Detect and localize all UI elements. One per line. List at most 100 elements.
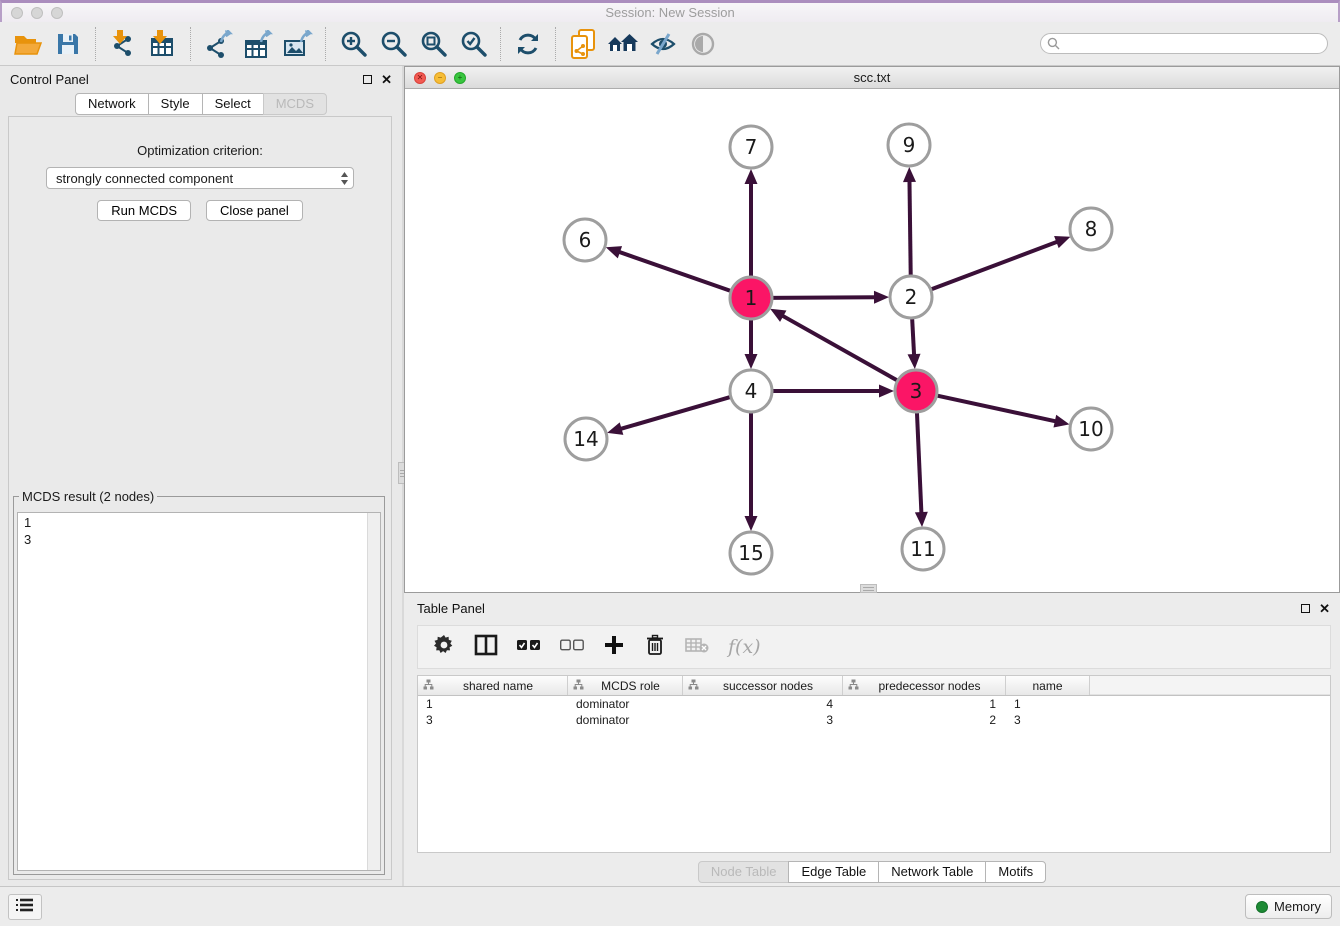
export-table-button[interactable] — [238, 25, 278, 63]
import-table-button[interactable] — [143, 25, 183, 63]
network-canvas[interactable]: 7968124314101511 — [405, 89, 1339, 592]
table-cell-shared-name[interactable]: 3 — [418, 713, 568, 727]
mcds-result-box: MCDS result (2 nodes) 1 3 — [13, 489, 385, 875]
tab-mcds[interactable]: MCDS — [263, 93, 327, 115]
zoom-out-button[interactable] — [373, 25, 413, 63]
table-cell-successor-nodes[interactable]: 3 — [683, 713, 843, 727]
graph-edge-2-3[interactable] — [912, 316, 914, 356]
table-cell-predecessor-nodes[interactable]: 1 — [843, 697, 1006, 711]
table-tab-network-table[interactable]: Network Table — [878, 861, 986, 883]
refresh-icon — [515, 31, 541, 57]
zoom-selected-button[interactable] — [453, 25, 493, 63]
sort-tree-icon — [423, 679, 434, 693]
memory-button[interactable]: Memory — [1245, 894, 1332, 919]
toolbar-separator — [95, 27, 96, 61]
network-graph[interactable]: 7968124314101511 — [405, 89, 1339, 592]
mcds-result-list[interactable]: 1 3 — [17, 512, 381, 871]
graph-edge-1-2[interactable] — [770, 297, 876, 298]
control-panel: Control Panel ✕ NetworkStyleSelectMCDS O… — [0, 66, 402, 886]
delete-column-button[interactable] — [644, 634, 666, 661]
graph-edge-1-6[interactable] — [618, 252, 733, 292]
graph-edge-arrow-4-14 — [607, 422, 623, 434]
table-cell-MCDS-role[interactable]: dominator — [568, 713, 683, 727]
tab-select[interactable]: Select — [202, 93, 264, 115]
float-panel-icon[interactable] — [363, 75, 372, 84]
graph-edge-2-9[interactable] — [909, 180, 910, 278]
memory-status-icon — [1256, 901, 1268, 913]
graph-node-label-2: 2 — [905, 285, 918, 309]
table-row[interactable]: 1dominator411 — [418, 696, 1330, 712]
hide-selected-button[interactable] — [643, 25, 683, 63]
deselect-all-rows-button[interactable] — [560, 638, 584, 656]
task-history-button[interactable] — [8, 894, 42, 920]
table-cell-successor-nodes[interactable]: 4 — [683, 697, 843, 711]
column-header-successor-nodes[interactable]: successor nodes — [683, 676, 843, 695]
table-panel-title: Table Panel — [417, 601, 485, 616]
column-header-label: shared name — [434, 679, 567, 693]
zoom-fit-button[interactable] — [413, 25, 453, 63]
export-network-button[interactable] — [198, 25, 238, 63]
zoom-in-button[interactable] — [333, 25, 373, 63]
table-header-row: shared nameMCDS rolesuccessor nodes prede… — [418, 676, 1330, 696]
network-resize-grip[interactable] — [860, 584, 877, 593]
table-row[interactable]: 3dominator323 — [418, 712, 1330, 728]
table-cell-shared-name[interactable]: 1 — [418, 697, 568, 711]
import-table-icon — [149, 30, 177, 58]
graph-edge-3-11[interactable] — [917, 410, 922, 514]
graph-edge-arrow-3-10 — [1053, 415, 1069, 428]
table-cell-name[interactable]: 3 — [1006, 713, 1090, 727]
graph-node-label-9: 9 — [903, 133, 916, 157]
graph-node-label-11: 11 — [910, 537, 935, 561]
add-column-button[interactable] — [603, 635, 625, 660]
open-file-button[interactable] — [8, 25, 48, 63]
column-header-MCDS-role[interactable]: MCDS role — [568, 676, 683, 695]
column-header-shared-name[interactable]: shared name — [418, 676, 568, 695]
list-icon — [16, 898, 34, 917]
save-session-button[interactable] — [48, 25, 88, 63]
table-cell-name[interactable]: 1 — [1006, 697, 1090, 711]
control-panel-header: Control Panel ✕ — [0, 66, 402, 93]
node-table[interactable]: shared nameMCDS rolesuccessor nodes prede… — [417, 675, 1331, 853]
apply-layout-button[interactable] — [508, 25, 548, 63]
close-panel-icon[interactable]: ✕ — [381, 73, 392, 86]
close-panel-button[interactable]: Close panel — [206, 200, 303, 221]
column-header-name[interactable]: name — [1006, 676, 1090, 695]
export-image-button[interactable] — [278, 25, 318, 63]
graph-edge-3-1[interactable] — [781, 315, 899, 381]
result-scrollbar[interactable] — [367, 513, 380, 870]
zoom-fit-icon — [420, 30, 447, 57]
table-tab-edge-table[interactable]: Edge Table — [788, 861, 879, 883]
graph-edge-arrow-4-3 — [879, 385, 894, 398]
tab-style[interactable]: Style — [148, 93, 203, 115]
graph-edge-arrow-2-8 — [1054, 236, 1070, 248]
criterion-dropdown[interactable]: strongly connected component — [46, 167, 354, 189]
graph-edge-arrow-1-2 — [874, 291, 889, 304]
table-float-icon[interactable] — [1301, 604, 1310, 613]
first-neighbors-button[interactable] — [603, 25, 643, 63]
eye-slash-icon — [649, 32, 677, 56]
network-window-titlebar[interactable]: ✕ − + scc.txt — [405, 67, 1339, 89]
run-mcds-button[interactable]: Run MCDS — [97, 200, 191, 221]
control-panel-title: Control Panel — [10, 72, 89, 87]
column-view-icon — [474, 634, 498, 661]
table-close-icon[interactable]: ✕ — [1319, 602, 1330, 615]
table-tab-node-table[interactable]: Node Table — [698, 861, 790, 883]
graph-edge-4-14[interactable] — [620, 396, 733, 429]
column-view-button[interactable] — [474, 634, 498, 661]
column-header-label: predecessor nodes — [859, 679, 1005, 693]
import-network-button[interactable] — [103, 25, 143, 63]
graph-edge-3-10[interactable] — [935, 395, 1057, 422]
column-header-predecessor-nodes[interactable]: predecessor nodes — [843, 676, 1006, 695]
table-panel: Table Panel ✕ f(x) shared nameMCDS roles… — [404, 595, 1340, 886]
toolbar-separator — [325, 27, 326, 61]
table-options-button[interactable] — [433, 635, 455, 660]
search-input[interactable] — [1040, 33, 1328, 54]
graph-edge-2-8[interactable] — [929, 241, 1058, 290]
clone-network-button[interactable] — [563, 25, 603, 63]
table-cell-MCDS-role[interactable]: dominator — [568, 697, 683, 711]
zoom-in-icon — [340, 30, 367, 57]
tab-network[interactable]: Network — [75, 93, 149, 115]
table-cell-predecessor-nodes[interactable]: 2 — [843, 713, 1006, 727]
table-tab-motifs[interactable]: Motifs — [985, 861, 1046, 883]
select-all-rows-button[interactable] — [517, 638, 541, 656]
